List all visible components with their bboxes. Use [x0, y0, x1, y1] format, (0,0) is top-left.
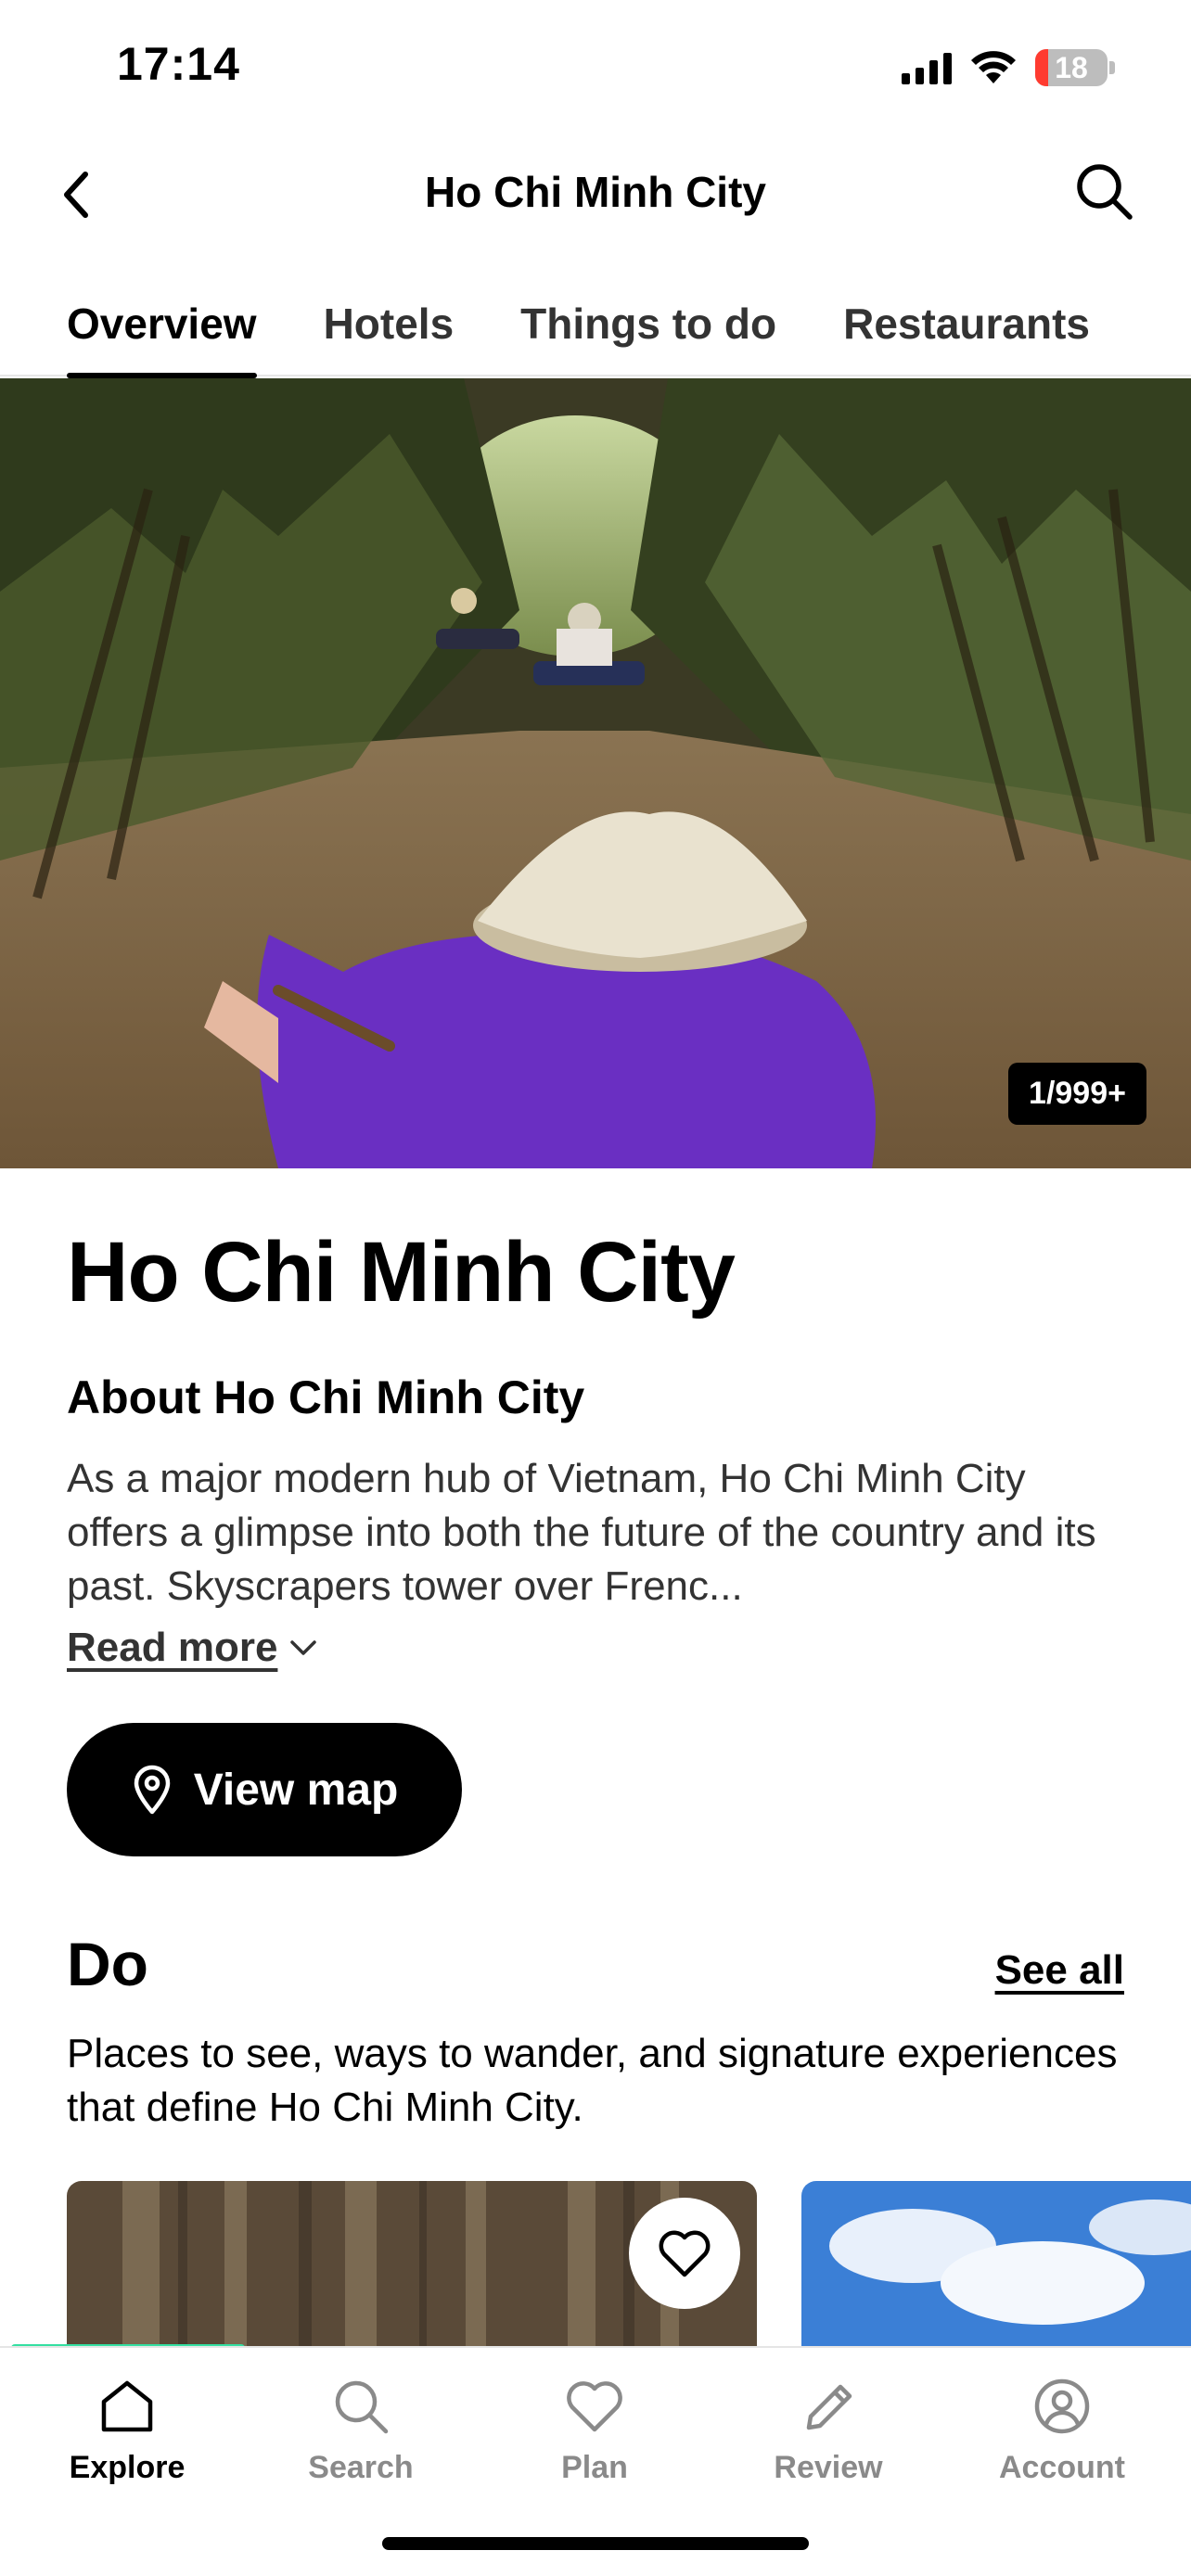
- map-pin-icon: [134, 1765, 170, 1815]
- nav-review-label: Review: [774, 2450, 883, 2485]
- pencil-icon: [806, 2384, 852, 2430]
- do-section-description: Places to see, ways to wander, and signa…: [67, 2031, 1118, 2130]
- tab-bar: Overview Hotels Things to do Restaurants: [0, 278, 1191, 378]
- do-section-title: Do: [67, 1930, 148, 1998]
- home-indicator: [382, 2537, 809, 2550]
- view-map-label: View map: [193, 1765, 399, 1815]
- chevron-down-icon: [290, 1640, 317, 1655]
- nav-account-label: Account: [999, 2450, 1125, 2485]
- heart-icon: [659, 2230, 711, 2277]
- nav-search[interactable]: Search: [268, 2376, 454, 2486]
- nav-explore[interactable]: Explore: [34, 2376, 220, 2486]
- nav-account[interactable]: Account: [969, 2376, 1155, 2486]
- read-more-link[interactable]: Read more: [67, 1625, 318, 1671]
- read-more-label: Read more: [67, 1625, 278, 1670]
- tab-things-to-do[interactable]: Things to do: [520, 278, 776, 376]
- battery-icon: 18: [1035, 49, 1108, 86]
- cellular-signal-icon: [902, 51, 952, 84]
- battery-level: 18: [1055, 50, 1088, 84]
- nav-plan-label: Plan: [561, 2450, 628, 2485]
- nav-review[interactable]: Review: [736, 2376, 921, 2486]
- search-icon: [335, 2380, 389, 2434]
- city-title: Ho Chi Minh City: [67, 1225, 736, 1320]
- search-icon: [1077, 164, 1133, 220]
- search-button[interactable]: [1072, 159, 1137, 224]
- status-bar: 17:14 18: [0, 0, 1191, 130]
- save-favorite-button[interactable]: [629, 2198, 740, 2309]
- tab-overview[interactable]: Overview: [67, 278, 257, 378]
- hero-photo[interactable]: 1/999+: [0, 378, 1191, 1168]
- heart-icon: [567, 2381, 622, 2432]
- tab-hotels[interactable]: Hotels: [324, 278, 455, 376]
- about-description: As a major modern hub of Vietnam, Ho Chi…: [67, 1456, 1096, 1609]
- see-all-link[interactable]: See all: [995, 1947, 1124, 1994]
- nav-explore-label: Explore: [69, 2450, 186, 2485]
- wifi-icon: [971, 51, 1016, 83]
- status-time: 17:14: [117, 38, 240, 90]
- about-heading: About Ho Chi Minh City: [67, 1371, 585, 1423]
- attraction-card[interactable]: [801, 2181, 1191, 2348]
- account-icon: [1034, 2378, 1090, 2434]
- nav-plan[interactable]: Plan: [502, 2376, 687, 2486]
- attraction-card-image: [801, 2181, 1191, 2348]
- top-bar: Ho Chi Minh City: [0, 139, 1191, 250]
- home-icon: [101, 2380, 153, 2432]
- nav-search-label: Search: [308, 2450, 414, 2485]
- status-icons: 18: [902, 45, 1115, 91]
- photo-counter-badge: 1/999+: [1008, 1063, 1146, 1125]
- tab-restaurants[interactable]: Restaurants: [843, 278, 1090, 376]
- hero-image: [0, 378, 1191, 1168]
- page-title: Ho Chi Minh City: [425, 168, 766, 216]
- view-map-button[interactable]: View map: [67, 1723, 462, 1856]
- attraction-card[interactable]: [67, 2181, 757, 2348]
